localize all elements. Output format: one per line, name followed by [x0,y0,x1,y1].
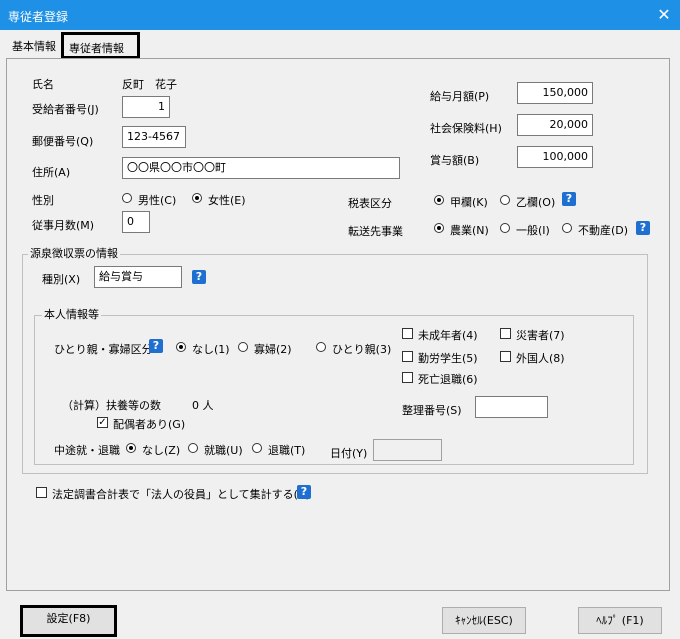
working-student-checkbox[interactable] [402,351,413,362]
midterm-none-label: なし(Z) [142,444,181,457]
transfer-general-radio[interactable] [500,223,510,233]
ref-no-field[interactable] [475,396,548,418]
working-student-label: 勤労学生(5) [418,352,478,365]
help-icon[interactable]: ? [636,221,650,235]
type-field[interactable]: 給与賞与 [94,266,182,288]
tax-kou-label: 甲欄(K) [450,196,488,209]
close-icon[interactable]: ✕ [648,0,680,30]
help-icon[interactable]: ? [149,339,163,353]
statutory-officer-checkbox[interactable] [36,487,47,498]
transfer-realestate-label: 不動産(D) [578,224,629,237]
date-label: 日付(Y) [330,447,368,460]
postal-field[interactable]: 123-4567 [122,126,186,148]
gender-male-label: 男性(C) [138,194,177,207]
gender-male-radio[interactable] [122,193,132,203]
social-insurance-label: 社会保険料(H) [430,122,502,135]
months-label: 従事月数(M) [32,219,95,232]
calc-label: （計算） [62,399,106,412]
transfer-farm-label: 農業(N) [450,224,489,237]
help-icon[interactable]: ? [297,485,311,499]
single-parent-none-radio[interactable] [176,342,186,352]
midterm-retire-label: 退職(T) [268,444,306,457]
tax-column-label: 税表区分 [348,197,392,210]
gender-female-radio[interactable] [192,193,202,203]
monthly-pay-label: 給与月額(P) [430,90,490,103]
foreigner-checkbox[interactable] [500,351,511,362]
death-retire-checkbox[interactable] [402,372,413,383]
spouse-checkbox[interactable]: ✓ [97,417,108,428]
single-parent-none-label: なし(1) [192,343,230,356]
type-label: 種別(X) [42,273,81,286]
tab-basic-info[interactable]: 基本情報 [6,36,62,58]
minor-label: 未成年者(4) [418,329,478,342]
widow-radio[interactable] [238,342,248,352]
tax-otsu-radio[interactable] [500,195,510,205]
tax-otsu-label: 乙欄(O) [516,196,556,209]
foreigner-label: 外国人(8) [516,352,565,365]
transfer-label: 転送先事業 [348,225,403,238]
disaster-checkbox[interactable] [500,328,511,339]
name-label: 氏名 [32,78,54,91]
help-icon[interactable]: ? [562,192,576,206]
transfer-general-label: 一般(I) [516,224,550,237]
help-icon[interactable]: ? [192,270,206,284]
date-field [373,439,442,461]
bonus-field[interactable]: 100,000 [517,146,593,168]
address-label: 住所(A) [32,166,71,179]
self-info-group-label: 本人情報等 [42,306,101,322]
help-button[interactable]: ﾍﾙﾌﾟ (F1) [578,607,662,634]
name-value: 反町 花子 [122,78,177,91]
tab-employee-info[interactable]: 専従者情報 [61,32,140,59]
midterm-join-label: 就職(U) [204,444,243,457]
midterm-retire-radio[interactable] [252,443,262,453]
death-retire-label: 死亡退職(6) [418,373,478,386]
spouse-label: 配偶者あり(G) [113,418,186,431]
address-field[interactable]: 〇〇県〇〇市〇〇町 [122,157,400,179]
disaster-label: 災害者(7) [516,329,565,342]
ok-button[interactable]: 設定(F8) [20,605,117,637]
statutory-officer-label: 法定調書合計表で「法人の役員」として集計する(R) [52,488,310,501]
gender-label: 性別 [32,194,54,207]
ref-no-label: 整理番号(S) [402,404,462,417]
cancel-button[interactable]: ｷｬﾝｾﾙ(ESC) [442,607,526,634]
midterm-none-radio[interactable] [126,443,136,453]
single-parent-radio[interactable] [316,342,326,352]
recipient-no-label: 受給者番号(J) [32,103,99,116]
dependents-label: 扶養等の数 [106,399,161,412]
single-parent-opt-label: ひとり親(3) [332,343,392,356]
postal-label: 郵便番号(Q) [32,135,94,148]
midterm-join-radio[interactable] [188,443,198,453]
recipient-no-field[interactable]: 1 [122,96,170,118]
widow-label: 寡婦(2) [254,343,292,356]
minor-checkbox[interactable] [402,328,413,339]
withholding-group-label: 源泉徴収票の情報 [28,245,120,261]
title-bar: 専従者登録 ✕ [0,0,680,30]
months-field[interactable]: 0 [122,211,150,233]
single-parent-label: ひとり親・寡婦区分 [54,343,153,356]
social-insurance-field[interactable]: 20,000 [517,114,593,136]
window-title: 専従者登録 [8,10,69,24]
midterm-label: 中途就・退職 [54,444,120,457]
tax-kou-radio[interactable] [434,195,444,205]
transfer-realestate-radio[interactable] [562,223,572,233]
transfer-farm-radio[interactable] [434,223,444,233]
bonus-label: 賞与額(B) [430,154,480,167]
dependents-value: 0 人 [192,399,214,412]
monthly-pay-field[interactable]: 150,000 [517,82,593,104]
gender-female-label: 女性(E) [208,194,246,207]
